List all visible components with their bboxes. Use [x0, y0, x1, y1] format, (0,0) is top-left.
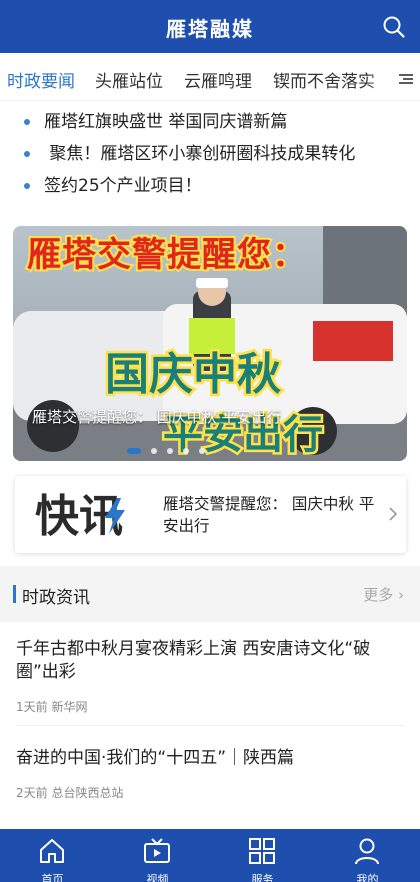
tab-news[interactable]: 时政要闻	[7, 67, 75, 92]
headline-item[interactable]: 签约25个产业项目！	[24, 171, 202, 196]
headline-text: 雁塔红旗映盛世 举国同庆谱新篇	[44, 112, 288, 132]
tab-qieer[interactable]: 锲而不舍落实	[273, 67, 375, 92]
app-title: 雁塔融媒	[166, 17, 254, 41]
news-title: 奋进的中国·我们的“十四五”｜陕西篇	[16, 748, 295, 768]
news-source: 总台陕西总站	[51, 786, 124, 800]
carousel-dot[interactable]	[199, 448, 205, 454]
nav-service[interactable]: 服务	[210, 829, 315, 882]
tab-yunyan[interactable]: 云雁鸣理	[184, 67, 252, 92]
news-source: 新华网	[51, 700, 88, 714]
chevron-right-icon	[389, 507, 398, 521]
bullet-dot	[24, 119, 30, 125]
chevron-right-icon: ›	[398, 586, 404, 604]
news-item[interactable]: 奋进的中国·我们的“十四五”｜陕西篇 2天前 总台陕西总站	[0, 726, 420, 816]
carousel-dot[interactable]	[183, 448, 189, 454]
carousel-indicator	[127, 439, 215, 454]
news-meta: 1天前 新华网	[16, 698, 87, 715]
menu-icon[interactable]	[398, 73, 414, 85]
headline-item[interactable]: 聚焦！雁塔区环小寨创研圈科技成果转化	[24, 139, 355, 164]
more-label: 更多	[363, 586, 394, 604]
headline-text: 聚焦！雁塔区环小寨创研圈科技成果转化	[44, 144, 356, 164]
banner-headline-2: 国庆中秋	[105, 349, 281, 400]
flash-logo: 快讯	[35, 491, 125, 540]
nav-label: 我的	[356, 873, 379, 882]
nav-label: 首页	[41, 873, 64, 882]
bottom-nav: 首页 视频 服务 我的	[0, 829, 420, 882]
headline-text: 签约25个产业项目！	[44, 176, 202, 196]
news-item[interactable]: 千年古都中秋月宴夜精彩上演 西安唐诗文化“破圈”出彩 1天前 新华网	[0, 622, 420, 726]
bullet-dot	[24, 183, 30, 189]
carousel-dot[interactable]	[151, 448, 157, 454]
nav-label: 视频	[146, 873, 169, 882]
banner-caption: 雁塔交警提醒您： 国庆中秋 平安出行	[32, 408, 282, 426]
news-title: 千年古都中秋月宴夜精彩上演 西安唐诗文化“破圈”出彩	[16, 639, 371, 682]
section-title: 时政资讯	[22, 588, 90, 608]
nav-label: 服务	[251, 873, 274, 882]
flash-news-card[interactable]: 快讯 雁塔交警提醒您： 国庆中秋 平安出行	[15, 476, 406, 553]
news-meta: 2天前 总台陕西总站	[16, 784, 123, 801]
carousel-dot[interactable]	[127, 448, 141, 454]
user-icon	[355, 838, 379, 865]
search-icon[interactable]	[382, 15, 406, 39]
channel-tabs: 时政要闻 头雁站位 云雁鸣理 锲而不舍落实	[0, 53, 420, 101]
home-icon	[40, 839, 64, 863]
news-time: 1天前	[16, 700, 48, 714]
headline-item[interactable]: 雁塔红旗映盛世 举国同庆谱新篇	[24, 107, 287, 132]
section-accent-bar	[13, 585, 16, 603]
nav-home[interactable]: 首页	[0, 829, 105, 882]
banner-carousel[interactable]: 雁塔交警提醒您： 国庆中秋 平安出行 雁塔交警提醒您： 国庆中秋 平安出行	[13, 226, 407, 461]
carousel-dot[interactable]	[167, 448, 173, 454]
section-header: 时政资讯 更多 ›	[0, 575, 420, 615]
app-header: 雁塔融媒	[0, 0, 420, 53]
banner-headline-1: 雁塔交警提醒您：	[27, 235, 307, 275]
bullet-dot	[24, 151, 30, 157]
tv-icon	[144, 838, 170, 863]
tab-toupian[interactable]: 头雁站位	[95, 67, 163, 92]
news-time: 2天前	[16, 786, 48, 800]
nav-video[interactable]: 视频	[105, 829, 210, 882]
more-link[interactable]: 更多 ›	[363, 584, 404, 605]
nav-mine[interactable]: 我的	[315, 829, 420, 882]
grid-icon	[249, 838, 275, 864]
tabs-fade	[366, 53, 396, 100]
flash-text: 雁塔交警提醒您： 国庆中秋 平安出行	[163, 495, 375, 535]
